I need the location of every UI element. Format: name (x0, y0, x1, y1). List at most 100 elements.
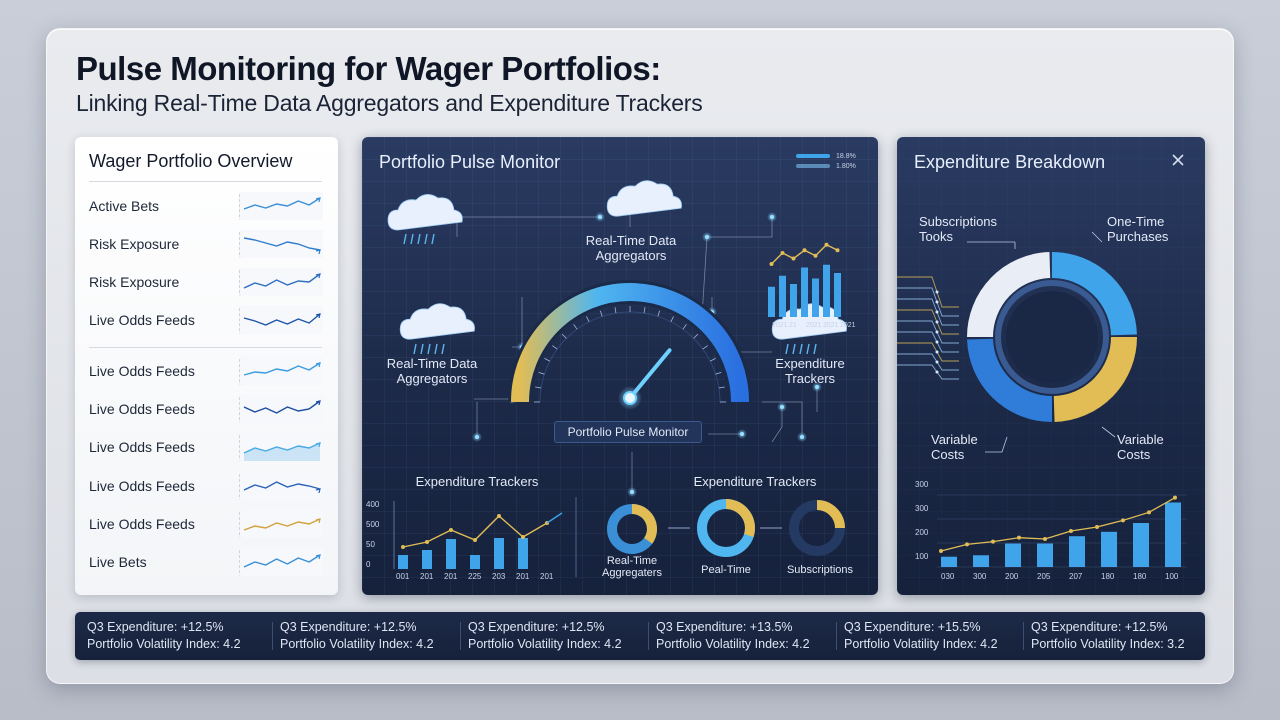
cloud-icon (387, 194, 463, 231)
feed-line (897, 364, 959, 380)
mini-bar (779, 275, 786, 317)
mini-point (791, 256, 796, 261)
mini-tick-label: 2021 (840, 322, 856, 329)
bar (1165, 502, 1181, 567)
gauge-tick (693, 333, 699, 339)
gauge-tick (573, 324, 578, 330)
stat-item: Q3 Expenditure: +13.5% Portfolio Volatili… (656, 619, 841, 653)
mini-point (769, 262, 774, 266)
expenditure-panel: Expenditure Breakdown 300 300 200 100 030 300… (897, 137, 1205, 595)
line-point (1173, 495, 1177, 500)
x-tick-label: 200 (1005, 572, 1019, 581)
line-point (401, 545, 405, 549)
y-tick-label: 300 (915, 480, 929, 489)
cloud-icon (399, 303, 475, 340)
feed-line (897, 353, 959, 371)
y-tick-label: 200 (915, 528, 929, 537)
x-tick-label: 207 (1069, 572, 1083, 581)
line-point (449, 528, 453, 532)
bar (398, 555, 408, 569)
sparkline (239, 268, 323, 296)
feed-node (935, 320, 939, 324)
mini-bar (801, 267, 808, 317)
overview-row-label: Active Bets (89, 198, 160, 214)
stat-volatility: Portfolio Volatility Index: 3.2 (1031, 637, 1185, 651)
sparkline (239, 510, 323, 538)
ring-center (1006, 291, 1098, 383)
feed-line (897, 276, 959, 308)
overview-row[interactable]: Active Bets (89, 191, 323, 221)
line-point (473, 538, 477, 542)
gauge-label[interactable]: Portfolio Pulse Monitor (554, 421, 702, 443)
gauge-tick (657, 310, 661, 317)
rain-drop (403, 233, 407, 245)
feed-node (935, 290, 939, 294)
connector-node (740, 432, 744, 436)
x-tick-label: 225 (468, 572, 482, 581)
line-point (1043, 537, 1047, 541)
overview-row[interactable]: Risk Exposure (89, 267, 323, 297)
stat-expenditure: Q3 Expenditure: +12.5% (1031, 620, 1168, 634)
bar (973, 555, 989, 567)
bar (1101, 531, 1117, 567)
bottom-left-title: Expenditure Trackers (415, 474, 539, 489)
y-tick-label: 300 (915, 504, 929, 513)
mini-tick-label: 2021 (772, 322, 788, 329)
donut-label: Peal-Time (701, 564, 751, 576)
stat-item: Q3 Expenditure: +12.5% Portfolio Volatili… (1031, 619, 1216, 653)
x-tick-label: 100 (1165, 572, 1179, 581)
rain-drop (417, 233, 421, 245)
overview-row[interactable]: Live Odds Feeds (89, 305, 323, 335)
overview-divider (89, 347, 322, 348)
bar (941, 556, 957, 567)
feed-node (935, 330, 939, 334)
gauge-tick (552, 345, 558, 350)
feed-node (935, 300, 939, 304)
feed-node (935, 310, 939, 314)
gauge-tick (702, 345, 708, 350)
gauge-tick (561, 333, 567, 339)
stat-volatility: Portfolio Volatility Index: 4.2 (280, 637, 434, 651)
y-tick-label: 400 (366, 500, 380, 509)
y-tick-label: 0 (366, 560, 371, 569)
overview-row[interactable]: Live Bets (89, 547, 323, 577)
stat-volatility: Portfolio Volatility Index: 4.2 (87, 637, 241, 651)
overview-row[interactable]: Live Odds Feeds (89, 471, 323, 501)
feed-node (935, 340, 939, 344)
mini-point (802, 248, 807, 253)
stat-separator (272, 622, 273, 650)
feed-node (935, 370, 939, 374)
line-tail (546, 512, 563, 524)
gauge-tick (682, 324, 687, 330)
stat-volatility: Portfolio Volatility Index: 4.2 (468, 637, 622, 651)
segment-label: Subscriptions Tooks (919, 214, 998, 244)
mini-bar (834, 273, 841, 317)
stat-separator (648, 622, 649, 650)
stat-separator (1023, 622, 1024, 650)
mini-tick-label: 2021 (806, 322, 822, 329)
donut-value (816, 500, 845, 529)
mini-bar (812, 278, 819, 317)
overview-row[interactable]: Live Odds Feeds (89, 432, 323, 462)
connector-line (456, 216, 600, 237)
bar (1037, 543, 1053, 567)
x-tick-label: 300 (973, 572, 987, 581)
leader-line (1101, 426, 1116, 438)
mini-point (824, 242, 829, 247)
overview-row[interactable]: Live Odds Feeds (89, 509, 323, 539)
overview-row[interactable]: Risk Exposure (89, 229, 323, 259)
page-subtitle: Linking Real-Time Data Aggregators and E… (76, 90, 703, 116)
rain-drop (424, 233, 428, 245)
overview-row[interactable]: Live Odds Feeds (89, 356, 323, 386)
bar (1133, 523, 1149, 567)
bar (1005, 543, 1021, 567)
mini-bar (823, 264, 830, 317)
page-title: Pulse Monitoring for Wager Portfolios: (76, 50, 661, 87)
overview-row-label: Live Odds Feeds (89, 363, 195, 379)
y-tick-label: 100 (915, 552, 929, 561)
overview-row[interactable]: Live Odds Feeds (89, 394, 323, 424)
mini-tick-label: 2021 (823, 322, 839, 329)
overview-panel: Wager Portfolio Overview Active Bets Risk… (75, 137, 338, 595)
bottom-right-title: Expenditure Trackers (693, 474, 817, 489)
mini-bar (790, 284, 797, 317)
